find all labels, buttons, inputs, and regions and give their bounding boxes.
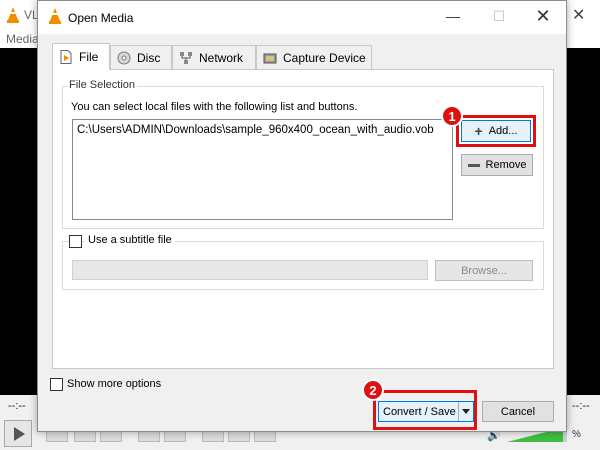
capture-device-icon: [263, 53, 277, 63]
file-icon: [60, 50, 72, 64]
subtitle-checkbox[interactable]: [69, 235, 82, 248]
remove-button[interactable]: Remove: [461, 154, 533, 176]
total-time: --:--: [572, 400, 590, 412]
volume-percent: %: [572, 429, 581, 440]
step-badge-1: 1: [441, 105, 463, 127]
minus-icon: [467, 163, 480, 167]
file-selection-group: File Selection You can select local file…: [62, 79, 544, 229]
tab-capture-device[interactable]: Capture Device: [256, 45, 372, 69]
minimize-button[interactable]: —: [430, 1, 476, 34]
vlc-close-icon[interactable]: ✕: [572, 5, 585, 25]
cancel-button[interactable]: Cancel: [482, 401, 554, 422]
network-icon: [180, 51, 192, 64]
open-media-dialog: Open Media — ☐ ✕ File Disc Network Captu…: [37, 0, 567, 432]
elapsed-time: --:--: [8, 400, 26, 412]
play-button[interactable]: [4, 420, 32, 447]
tab-label: Network: [199, 50, 244, 65]
file-list[interactable]: C:\Users\ADMIN\Downloads\sample_960x400_…: [72, 119, 453, 220]
close-button[interactable]: ✕: [520, 1, 566, 34]
tab-network[interactable]: Network: [172, 45, 256, 69]
browse-button: Browse...: [435, 260, 533, 281]
file-tab-panel: File Selection You can select local file…: [52, 69, 554, 369]
vlc-cone-icon: [7, 7, 19, 23]
menu-media[interactable]: Media: [6, 32, 39, 46]
subtitle-path-field: [72, 260, 428, 280]
file-selection-description: You can select local files with the foll…: [71, 101, 358, 113]
tab-disc[interactable]: Disc: [110, 45, 172, 69]
group-title: File Selection: [67, 79, 138, 91]
maximize-button[interactable]: ☐: [476, 1, 522, 34]
subtitle-group: Use a subtitle file Browse...: [62, 234, 544, 290]
list-item[interactable]: C:\Users\ADMIN\Downloads\sample_960x400_…: [77, 124, 434, 136]
vlc-cone-icon: [49, 8, 61, 24]
tab-label: Capture Device: [283, 50, 366, 65]
tab-label: File: [79, 50, 99, 64]
subtitle-checkbox-label[interactable]: Use a subtitle file: [85, 234, 175, 246]
tab-file[interactable]: File: [52, 43, 110, 70]
dialog-titlebar: Open Media — ☐ ✕: [38, 1, 566, 34]
show-more-options-label[interactable]: Show more options: [67, 378, 161, 390]
tab-label: Disc: [137, 50, 161, 65]
remove-label: Remove: [485, 159, 527, 171]
show-more-options-checkbox[interactable]: [50, 378, 63, 391]
highlight-add: [456, 115, 536, 147]
highlight-convert-save: [373, 390, 477, 430]
dialog-title: Open Media: [68, 11, 134, 25]
step-badge-2: 2: [362, 379, 384, 401]
disc-icon: [117, 51, 131, 64]
